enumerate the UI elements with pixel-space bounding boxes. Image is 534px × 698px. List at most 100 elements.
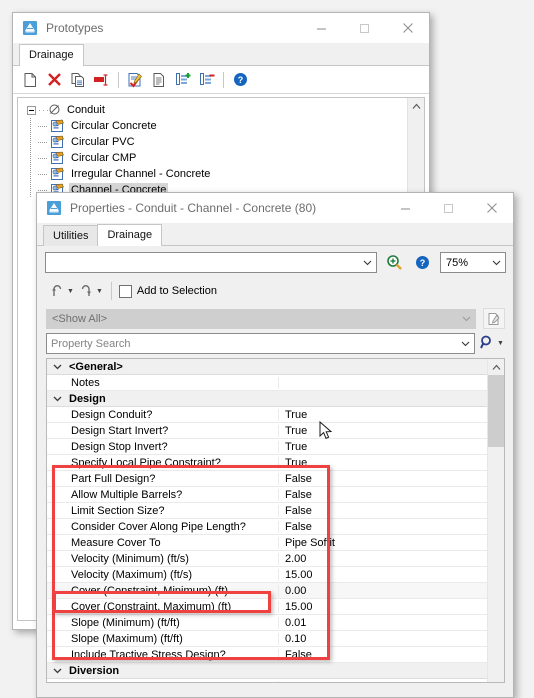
property-name: Notes <box>67 376 279 389</box>
maximize-button[interactable] <box>343 13 386 43</box>
property-value[interactable]: True <box>279 457 488 469</box>
add-to-selection-checkbox[interactable] <box>118 284 132 298</box>
help-icon[interactable]: ? <box>228 69 252 91</box>
zoom-in-icon[interactable] <box>383 252 405 273</box>
duplicate-icon[interactable] <box>66 69 90 91</box>
close-button[interactable] <box>386 13 429 43</box>
minimize-button[interactable] <box>300 13 343 43</box>
property-value[interactable]: True <box>279 425 488 437</box>
tree-node-circular-pvc[interactable]: Circular PVC <box>24 134 424 150</box>
property-value[interactable]: False <box>279 505 488 517</box>
collapse-all-icon[interactable] <box>195 69 219 91</box>
properties-window: Properties - Conduit - Channel - Concret… <box>36 192 514 698</box>
expander-icon[interactable] <box>24 105 38 115</box>
element-combo[interactable] <box>45 252 377 273</box>
property-name: Limit Section Size? <box>67 504 279 517</box>
app-prototypes-icon <box>22 20 38 36</box>
nav-next-button[interactable]: ▼ <box>76 280 105 302</box>
property-value[interactable]: True <box>279 441 488 453</box>
property-row-part-full-design[interactable]: Part Full Design? False <box>47 471 488 487</box>
property-row-measure-cover-to[interactable]: Measure Cover To Pipe Soffit <box>47 535 488 551</box>
property-row-slope-minimum[interactable]: Slope (Minimum) (ft/ft) 0.01 <box>47 615 488 631</box>
chevron-down-icon[interactable] <box>488 260 505 266</box>
chevron-down-icon[interactable] <box>47 364 67 370</box>
property-value[interactable]: 15.00 <box>279 569 488 581</box>
chevron-down-icon[interactable] <box>47 396 67 402</box>
property-row-limit-section-size[interactable]: Limit Section Size? False <box>47 503 488 519</box>
tree-node-circular-cmp[interactable]: Circular CMP <box>24 150 424 166</box>
tree-node-circular-concrete[interactable]: Circular Concrete <box>24 118 424 134</box>
property-row-velocity-minimum[interactable]: Velocity (Minimum) (ft/s) 2.00 <box>47 551 488 567</box>
report-icon[interactable] <box>147 69 171 91</box>
property-category-diversion[interactable]: Diversion <box>47 663 488 679</box>
tab-utilities[interactable]: Utilities <box>43 225 99 246</box>
search-button[interactable]: ▼ <box>479 333 505 354</box>
tab-drainage[interactable]: Drainage <box>97 224 163 246</box>
property-row-include-tractive-stress-design[interactable]: Include Tractive Stress Design? False <box>47 647 488 663</box>
property-value[interactable]: 0.00 <box>279 585 488 597</box>
property-row-design-stop-invert[interactable]: Design Stop Invert? True <box>47 439 488 455</box>
property-category-design[interactable]: Design <box>47 391 488 407</box>
properties-titlebar[interactable]: Properties - Conduit - Channel - Concret… <box>37 193 513 223</box>
property-row-allow-multiple-barrels[interactable]: Allow Multiple Barrels? False <box>47 487 488 503</box>
property-value[interactable]: False <box>279 521 488 533</box>
tree-guide <box>24 118 38 134</box>
help-icon[interactable]: ? <box>411 252 433 273</box>
tab-drainage[interactable]: Drainage <box>19 44 84 66</box>
property-value[interactable]: False <box>279 473 488 485</box>
property-value[interactable]: Pipe Soffit <box>279 537 488 549</box>
add-to-selection-label: Add to Selection <box>136 285 217 297</box>
chevron-down-icon[interactable]: ▼ <box>96 288 103 295</box>
filter-combo[interactable]: <Show All> <box>46 308 476 329</box>
property-row-slope-maximum[interactable]: Slope (Maximum) (ft/ft) 0.10 <box>47 631 488 647</box>
element-selector-row: ? 75% <box>37 246 513 278</box>
property-row-cover-constraint-maximum[interactable]: Cover (Constraint, Maximum) (ft) 15.00 <box>47 599 488 615</box>
chevron-down-icon[interactable] <box>457 341 474 347</box>
property-value[interactable]: 15.00 <box>279 601 488 613</box>
zoom-level-combo[interactable]: 75% <box>440 252 506 273</box>
scrollbar-thumb[interactable] <box>488 375 504 447</box>
property-row-cover-constraint-minimum[interactable]: Cover (Constraint, Minimum) (ft) 0.00 <box>47 583 488 599</box>
property-value[interactable]: 0.01 <box>279 617 488 629</box>
property-row-velocity-maximum[interactable]: Velocity (Maximum) (ft/s) 15.00 <box>47 567 488 583</box>
edit-filter-icon[interactable] <box>483 308 505 329</box>
property-value[interactable]: False <box>279 489 488 501</box>
property-value[interactable]: False <box>279 681 488 683</box>
scroll-up-icon[interactable] <box>408 98 424 114</box>
property-row-notes[interactable]: Notes <box>47 375 488 391</box>
zoom-level-value: 75% <box>446 256 469 269</box>
property-category-general[interactable]: <General> <box>47 359 488 375</box>
property-row-design-conduit[interactable]: Design Conduit? True <box>47 407 488 423</box>
chevron-down-icon[interactable]: ▼ <box>497 340 504 347</box>
close-button[interactable] <box>470 193 513 223</box>
property-value[interactable]: 2.00 <box>279 553 488 565</box>
tree-dash: ··· <box>38 105 50 115</box>
property-grid[interactable]: <General> Notes Design Design Conduit? T… <box>46 358 505 683</box>
property-value[interactable]: True <box>279 409 488 421</box>
scroll-up-icon[interactable] <box>488 359 504 375</box>
tree-node-irregular-channel-concrete[interactable]: Irregular Channel - Concrete <box>24 166 424 182</box>
chevron-down-icon[interactable] <box>47 668 67 674</box>
prototype-item-icon <box>50 167 66 181</box>
property-row-consider-cover-along-pipe-length[interactable]: Consider Cover Along Pipe Length? False <box>47 519 488 535</box>
property-search-input[interactable]: Property Search <box>46 333 475 354</box>
new-icon[interactable] <box>18 69 42 91</box>
property-row-specify-local-pipe-constraint[interactable]: Specify Local Pipe Constraint? True <box>47 455 488 471</box>
property-row-design-start-invert[interactable]: Design Start Invert? True <box>47 423 488 439</box>
chevron-down-icon[interactable]: ▼ <box>67 288 74 295</box>
delete-icon[interactable] <box>42 69 66 91</box>
tree-node-conduit[interactable]: ··· Conduit <box>24 102 424 118</box>
property-row-is-diversion-link[interactable]: Is Diversion Link? False <box>47 679 488 682</box>
property-grid-scrollbar[interactable] <box>487 359 504 682</box>
nav-previous-button[interactable]: ▼ <box>47 280 76 302</box>
rename-icon[interactable] <box>90 69 114 91</box>
expand-all-icon[interactable] <box>171 69 195 91</box>
chevron-down-icon[interactable] <box>458 316 475 322</box>
prototypes-titlebar[interactable]: Prototypes <box>13 13 429 43</box>
maximize-button[interactable] <box>427 193 470 223</box>
property-value[interactable]: False <box>279 649 488 661</box>
property-value[interactable]: 0.10 <box>279 633 488 645</box>
minimize-button[interactable] <box>384 193 427 223</box>
chevron-down-icon[interactable] <box>359 253 376 272</box>
edit-prototype-icon[interactable] <box>123 69 147 91</box>
